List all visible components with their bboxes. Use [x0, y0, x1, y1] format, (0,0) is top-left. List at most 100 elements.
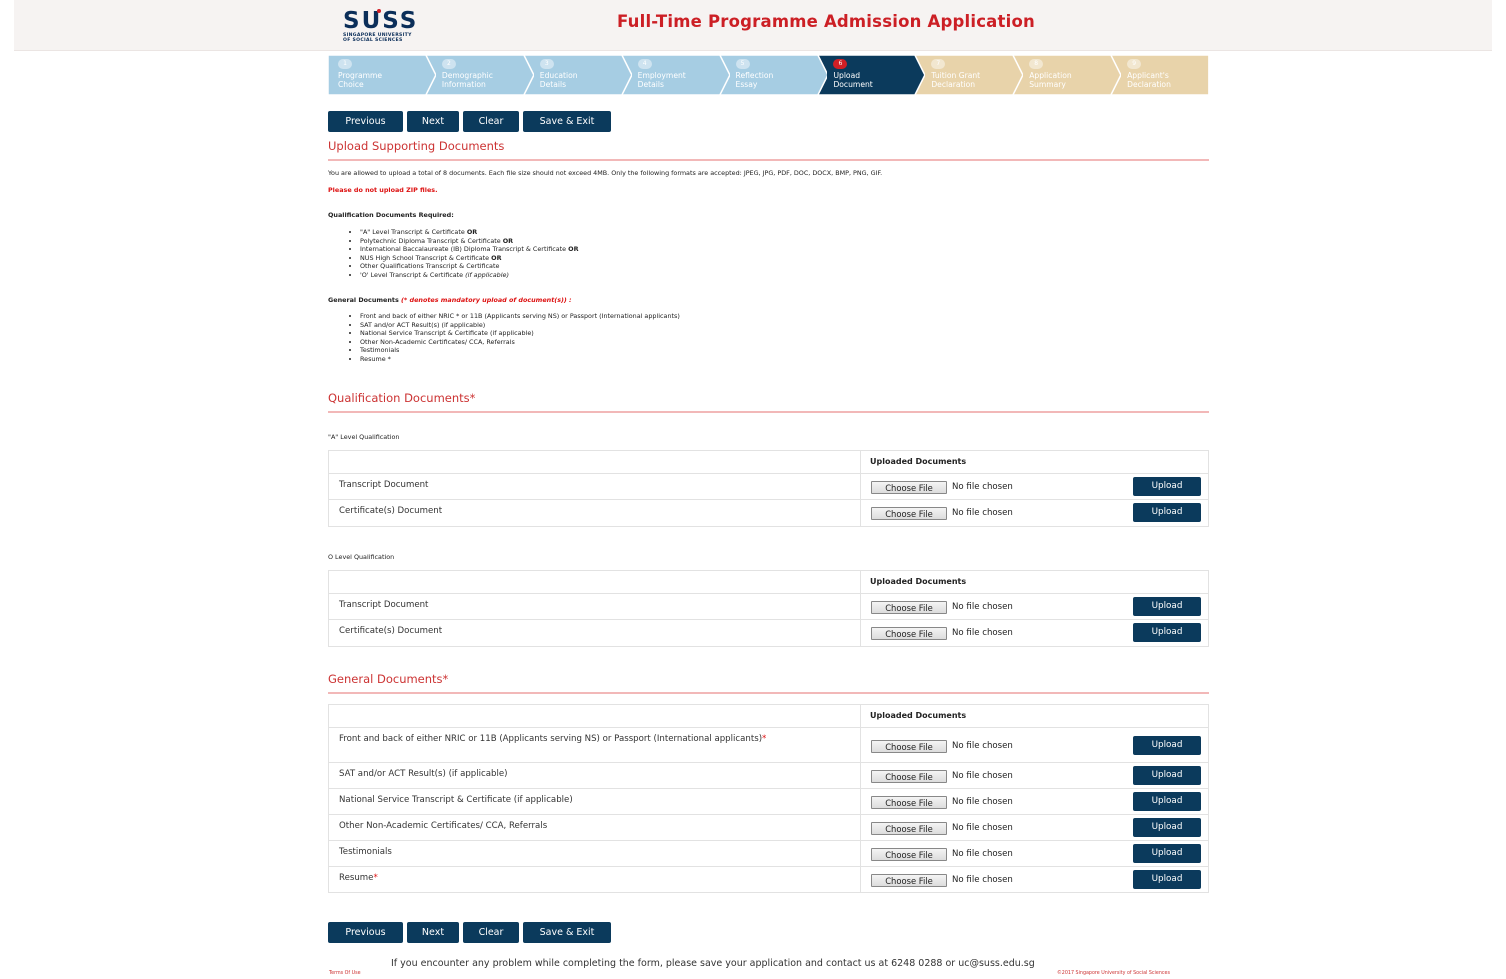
upload-button[interactable]: Upload	[1133, 844, 1201, 863]
a-level-label: "A" Level Qualification	[328, 433, 400, 441]
step-upload[interactable]: 6 Upload Document	[817, 55, 926, 95]
section-divider	[328, 411, 1209, 413]
table-row: SAT and/or ACT Result(s) (if applicable)…	[329, 762, 1208, 789]
upload-button[interactable]: Upload	[1133, 818, 1201, 837]
footer-help-message: If you encounter any problem while compl…	[391, 958, 1035, 969]
general-documents-list: Front and back of either NRIC * or 11B (…	[348, 312, 680, 364]
step-number-badge: 4	[637, 59, 652, 69]
table-header-row: Uploaded Documents	[329, 571, 1208, 593]
step-education[interactable]: 3 Education Details	[523, 55, 632, 95]
terms-of-use-link[interactable]: Terms Of Use	[329, 971, 361, 976]
uploaded-documents-header: Uploaded Documents	[870, 457, 967, 466]
upload-button[interactable]: Upload	[1133, 503, 1201, 522]
step-label: Tuition Grant Declaration	[931, 71, 981, 89]
upload-button[interactable]: Upload	[1133, 597, 1201, 616]
save-exit-button[interactable]: Save & Exit	[523, 111, 611, 132]
choose-file-button[interactable]: Choose File	[871, 507, 947, 520]
list-item: National Service Transcript & Certificat…	[360, 329, 680, 338]
list-item: Resume *	[360, 355, 680, 364]
qualification-required-heading: Qualification Documents Required:	[328, 211, 454, 219]
upload-button[interactable]: Upload	[1133, 736, 1201, 755]
logo-subtitle-line2: OF SOCIAL SCIENCES	[343, 38, 403, 43]
file-status-text: No file chosen	[952, 482, 1013, 492]
step-label: Education Details	[539, 71, 578, 89]
list-item: Front and back of either NRIC * or 11B (…	[360, 312, 680, 321]
step-label: Demographic Information	[441, 71, 493, 89]
step-label: Reflection Essay	[735, 71, 774, 89]
choose-file-button[interactable]: Choose File	[871, 770, 947, 783]
choose-file-button[interactable]: Choose File	[871, 481, 947, 494]
table-row: Front and back of either NRIC or 11B (Ap…	[329, 727, 1208, 763]
step-employment[interactable]: 4 Employment Details	[621, 55, 730, 95]
general-upload-table: Uploaded Documents Front and back of eith…	[328, 704, 1209, 893]
previous-button[interactable]: Previous	[328, 922, 403, 943]
next-button[interactable]: Next	[407, 111, 459, 132]
table-row: Other Non-Academic Certificates/ CCA, Re…	[329, 814, 1208, 841]
file-status-text: No file chosen	[952, 849, 1013, 859]
step-reflection[interactable]: 5 Reflection Essay	[719, 55, 828, 95]
document-name: Other Non-Academic Certificates/ CCA, Re…	[339, 821, 548, 831]
step-application[interactable]: 8 Application Summary	[1013, 55, 1122, 95]
upload-button[interactable]: Upload	[1133, 623, 1201, 642]
step-applicant-s[interactable]: 9 Applicant's Declaration	[1111, 55, 1219, 95]
o-level-upload-table: Uploaded Documents Transcript Document Cho…	[328, 570, 1209, 647]
list-item: Testimonials	[360, 346, 680, 355]
table-row: Certificate(s) Document Choose File No fil…	[329, 499, 1208, 526]
list-item: International Baccalaureate (IB) Diploma…	[360, 245, 579, 254]
document-name: Transcript Document	[339, 600, 429, 610]
file-status-text: No file chosen	[952, 628, 1013, 638]
zip-warning: Please do not upload ZIP files.	[328, 186, 438, 194]
choose-file-button[interactable]: Choose File	[871, 822, 947, 835]
step-programme[interactable]: 1 Programme Choice	[328, 55, 436, 95]
uploaded-documents-header: Uploaded Documents	[870, 577, 967, 586]
next-button[interactable]: Next	[407, 922, 459, 943]
uploaded-documents-header: Uploaded Documents	[870, 711, 967, 720]
list-item: 'O' Level Transcript & Certificate (if a…	[360, 271, 579, 280]
choose-file-button[interactable]: Choose File	[871, 796, 947, 809]
step-label: Application Summary	[1029, 71, 1072, 89]
table-row: Testimonials Choose File No file chosen Upl…	[329, 840, 1208, 867]
step-number-badge: 8	[1029, 59, 1044, 69]
step-number-badge: 1	[338, 59, 352, 69]
step-demographic[interactable]: 2 Demographic Information	[425, 55, 534, 95]
choose-file-button[interactable]: Choose File	[871, 740, 947, 753]
document-name: National Service Transcript & Certificat…	[339, 795, 573, 805]
step-number-badge: 9	[1127, 59, 1142, 69]
copyright-text: ©2017 Singapore University of Social Sci…	[1057, 971, 1170, 976]
o-level-label: O Level Qualification	[328, 553, 395, 561]
upload-button[interactable]: Upload	[1133, 477, 1201, 496]
document-name: Certificate(s) Document	[339, 626, 443, 636]
choose-file-button[interactable]: Choose File	[871, 601, 947, 614]
step-number-badge: 5	[735, 59, 750, 69]
file-status-text: No file chosen	[952, 823, 1013, 833]
section-divider	[328, 692, 1209, 694]
section-divider	[328, 159, 1209, 161]
file-status-text: No file chosen	[952, 797, 1013, 807]
file-status-text: No file chosen	[952, 602, 1013, 612]
file-status-text: No file chosen	[952, 875, 1013, 885]
clear-button[interactable]: Clear	[463, 922, 519, 943]
table-row: Certificate(s) Document Choose File No fil…	[329, 619, 1208, 646]
step-number-badge: 3	[539, 59, 554, 69]
table-row: Transcript Document Choose File No file ch…	[329, 473, 1208, 500]
previous-button[interactable]: Previous	[328, 111, 403, 132]
document-name: Resume*	[339, 873, 378, 883]
general-documents-heading: General Documents (* denotes mandatory u…	[328, 296, 572, 304]
upload-button[interactable]: Upload	[1133, 766, 1201, 785]
step-number-badge: 6	[833, 59, 848, 69]
choose-file-button[interactable]: Choose File	[871, 848, 947, 861]
step-label: Programme Choice	[338, 71, 383, 89]
choose-file-button[interactable]: Choose File	[871, 874, 947, 887]
choose-file-button[interactable]: Choose File	[871, 627, 947, 640]
save-exit-button[interactable]: Save & Exit	[523, 922, 611, 943]
clear-button[interactable]: Clear	[463, 111, 519, 132]
upload-button[interactable]: Upload	[1133, 870, 1201, 889]
step-number-badge: 7	[931, 59, 946, 69]
table-header-row: Uploaded Documents	[329, 451, 1208, 473]
file-status-text: No file chosen	[952, 771, 1013, 781]
list-item: SAT and/or ACT Result(s) (if applicable)	[360, 321, 680, 330]
page-title: Full-Time Programme Admission Applicatio…	[617, 12, 1035, 31]
upload-button[interactable]: Upload	[1133, 792, 1201, 811]
document-name: Transcript Document	[339, 480, 429, 490]
step-tuition-grant[interactable]: 7 Tuition Grant Declaration	[915, 55, 1024, 95]
